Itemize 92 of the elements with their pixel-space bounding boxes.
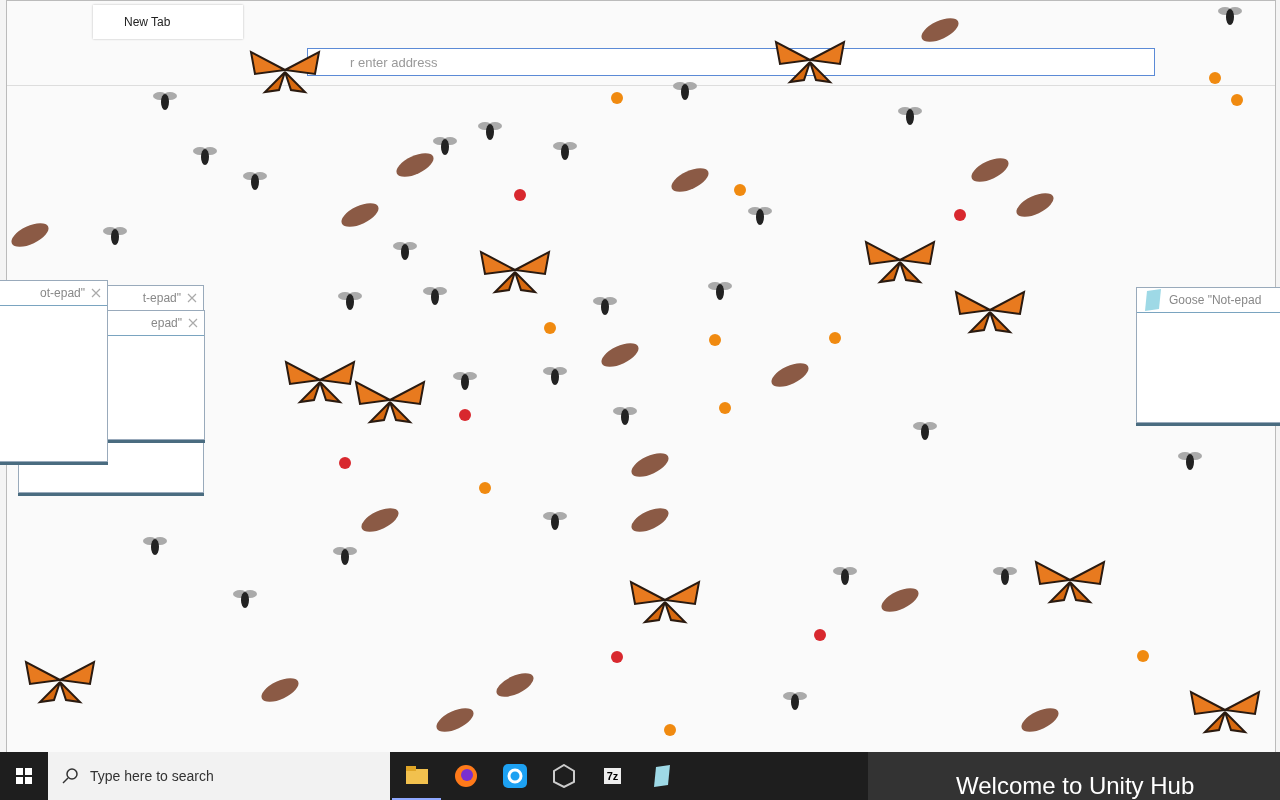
ladybug-drawing [829,332,841,344]
butterfly-drawing [354,380,426,424]
fly-drawing [333,547,357,565]
ladybug-drawing [954,209,966,221]
search-icon [62,768,78,784]
cockroach-drawing [396,153,434,177]
fly-drawing [1178,452,1202,470]
fly-drawing [423,287,447,305]
butterfly-drawing [249,50,321,94]
ladybug-drawing [709,334,721,346]
address-field[interactable]: r enter address [307,48,1155,76]
fly-drawing [143,537,167,555]
fly-drawing [898,107,922,125]
window-title: Goose "Not-epad [1169,293,1262,307]
cockroach-drawing [971,158,1009,182]
ladybug-drawing [611,651,623,663]
cockroach-drawing [771,363,809,387]
ladybug-drawing [1137,650,1149,662]
folder-icon [405,766,428,784]
windows-logo-icon [16,768,32,784]
butterfly-drawing [864,240,936,284]
ladybug-drawing [544,322,556,334]
cockroach-drawing [341,203,379,227]
butterfly-drawing [479,250,551,294]
fly-drawing [783,692,807,710]
fly-drawing [433,137,457,155]
ladybug-drawing [814,629,826,641]
fly-drawing [453,372,477,390]
ladybug-drawing [339,457,351,469]
cockroach-drawing [1021,708,1059,732]
fly-drawing [593,297,617,315]
ladybug-drawing [459,409,471,421]
fly-drawing [553,142,577,160]
butterfly-drawing [24,660,96,704]
window-title: epad" [151,316,182,330]
ladybug-drawing [734,184,746,196]
fly-drawing [748,207,772,225]
cockroach-drawing [601,343,639,367]
fly-drawing [913,422,937,440]
fly-drawing [613,407,637,425]
fly-drawing [673,82,697,100]
cockroach-drawing [631,508,669,532]
fly-drawing [708,282,732,300]
fly-drawing [103,227,127,245]
cockroach-drawing [921,18,959,42]
cockroach-drawing [361,508,399,532]
ladybug-drawing [514,189,526,201]
ladybug-drawing [611,92,623,104]
ladybug-drawing [719,402,731,414]
cockroach-drawing [1016,193,1054,217]
ladybug-drawing [1209,72,1221,84]
cockroach-drawing [261,678,299,702]
fly-drawing [543,367,567,385]
butterfly-drawing [1189,690,1261,734]
fly-drawing [243,172,267,190]
window-title: ot-epad" [40,286,85,300]
cockroach-drawing [11,223,49,247]
browser-logo-icon [453,764,478,788]
butterfly-drawing [629,580,701,624]
search-field[interactable]: Type here to search [88,767,390,785]
fly-drawing [833,567,857,585]
taskbar-app-button[interactable]: 7z [588,752,637,800]
ladybug-drawing [664,724,676,736]
fly-drawing [193,147,217,165]
cockroach-drawing [881,588,919,612]
butterfly-drawing [1034,560,1106,604]
butterfly-drawing [284,360,356,404]
browser-tab[interactable]: New Tab [93,5,243,39]
notepad-icon [651,765,672,787]
fly-drawing [543,512,567,530]
butterfly-drawing [774,40,846,84]
cockroach-drawing [496,673,534,697]
fly-drawing [393,242,417,260]
cube-icon [552,764,575,788]
window-preview[interactable]: Welcome to Unity Hub [868,752,1280,800]
fly-drawing [1218,7,1242,25]
fly-drawing [153,92,177,110]
fly-drawing [338,292,362,310]
search-box[interactable]: Type here to search [48,752,390,800]
archive-icon: 7z [603,768,622,784]
cockroach-drawing [671,168,709,192]
notepad-icon [1143,289,1163,311]
ladybug-drawing [479,482,491,494]
fly-drawing [478,122,502,140]
cockroach-drawing [436,708,474,732]
window-title: t-epad" [142,291,181,305]
butterfly-drawing [954,290,1026,334]
cockroach-drawing [631,453,669,477]
fly-drawing [993,567,1017,585]
fly-drawing [233,590,257,608]
sync-icon [502,764,527,788]
ladybug-drawing [1231,94,1243,106]
